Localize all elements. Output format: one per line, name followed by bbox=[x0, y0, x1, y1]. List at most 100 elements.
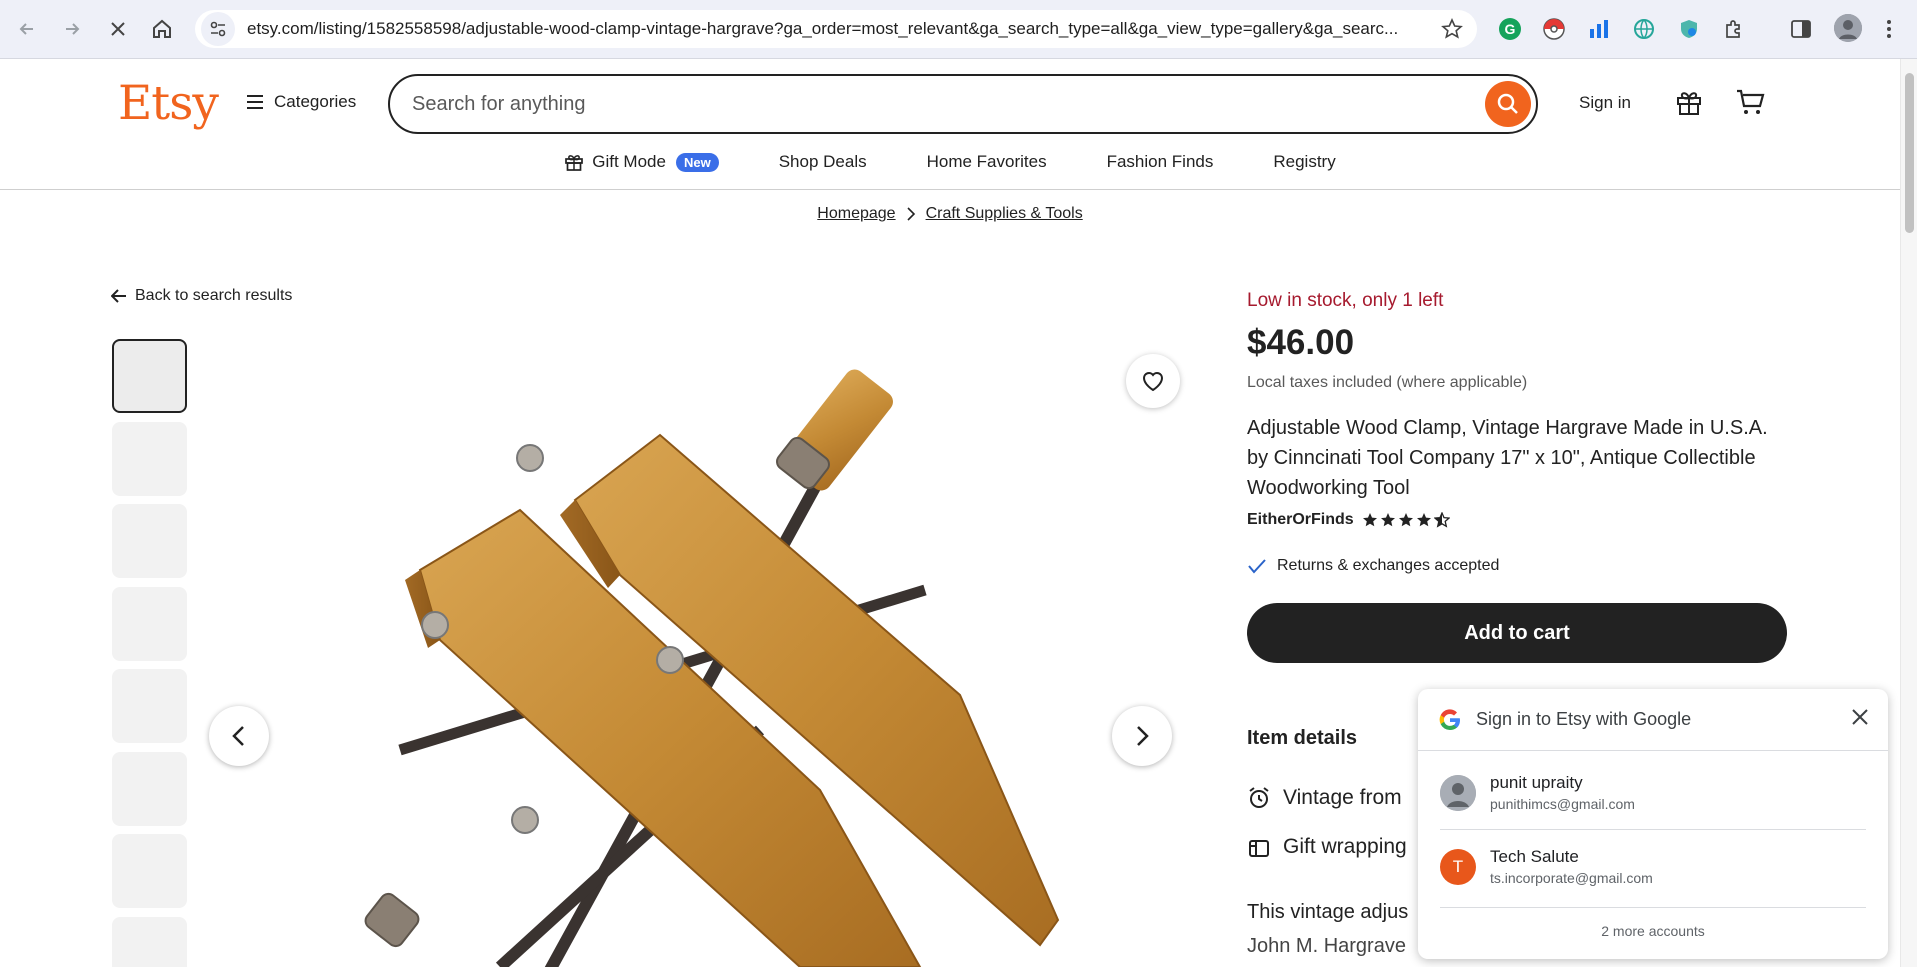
thumbnail-7[interactable] bbox=[112, 834, 187, 908]
thumbnail-2[interactable] bbox=[112, 422, 187, 496]
nav-home-favorites[interactable]: Home Favorites bbox=[897, 148, 1077, 176]
extensions-puzzle-icon[interactable] bbox=[1721, 16, 1747, 42]
grammarly-extension-icon[interactable]: G bbox=[1497, 16, 1523, 42]
arrow-left-icon bbox=[111, 289, 126, 303]
thumbnail-8[interactable] bbox=[112, 917, 187, 967]
hamburger-icon bbox=[247, 95, 263, 109]
shop-info: EitherOrFinds bbox=[1247, 511, 1450, 529]
categories-button[interactable]: Categories bbox=[246, 92, 356, 112]
star-icon bbox=[1416, 513, 1431, 527]
back-to-results-link[interactable]: Back to search results bbox=[111, 287, 292, 305]
page-scrollbar[interactable] bbox=[1900, 59, 1917, 967]
home-icon[interactable] bbox=[147, 14, 177, 44]
gift-wrap-icon bbox=[1249, 840, 1269, 857]
gift-icon[interactable] bbox=[1673, 86, 1705, 118]
description-line-1: This vintage adjus bbox=[1247, 901, 1409, 923]
star-icon bbox=[1380, 513, 1395, 527]
avatar: T bbox=[1440, 848, 1476, 885]
detail-vintage-label: Vintage from bbox=[1283, 786, 1402, 809]
etsy-logo[interactable]: Etsy bbox=[118, 76, 219, 131]
search-button[interactable] bbox=[1485, 81, 1531, 127]
gift-mode-icon bbox=[565, 155, 584, 171]
account-item[interactable]: T Tech Salute ts.incorporate@gmail.com bbox=[1440, 847, 1653, 886]
address-bar[interactable]: etsy.com/listing/1582558598/adjustable-w… bbox=[195, 10, 1477, 48]
search-input[interactable] bbox=[412, 92, 1442, 116]
sign-in-link[interactable]: Sign in bbox=[1579, 93, 1631, 113]
search-icon bbox=[1497, 93, 1518, 114]
close-icon[interactable] bbox=[1850, 707, 1870, 732]
url-text: etsy.com/listing/1582558598/adjustable-w… bbox=[247, 19, 1399, 38]
product-title: Adjustable Wood Clamp, Vintage Hargrave … bbox=[1247, 417, 1768, 499]
favorite-button[interactable] bbox=[1126, 354, 1180, 408]
detail-gift-label: Gift wrapping bbox=[1283, 835, 1407, 858]
cart-icon[interactable] bbox=[1734, 86, 1766, 118]
nav-registry[interactable]: Registry bbox=[1243, 148, 1365, 176]
shop-name-link[interactable]: EitherOrFinds bbox=[1247, 511, 1354, 529]
category-nav: Gift Mode New Shop Deals Home Favorites … bbox=[0, 148, 1900, 190]
account-name: punit upraity bbox=[1490, 773, 1583, 792]
thumbnail-4[interactable] bbox=[112, 587, 187, 661]
google-logo-icon bbox=[1439, 708, 1460, 730]
avatar bbox=[1440, 774, 1476, 811]
side-panel-icon[interactable] bbox=[1788, 16, 1814, 42]
half-star-icon bbox=[1433, 512, 1450, 528]
stop-loading-icon[interactable] bbox=[103, 14, 133, 44]
next-image-button[interactable] bbox=[1112, 706, 1172, 766]
nav-gift-mode-label: Gift Mode bbox=[592, 152, 666, 171]
nav-fashion-finds[interactable]: Fashion Finds bbox=[1077, 148, 1244, 176]
back-link-label: Back to search results bbox=[135, 287, 293, 304]
categories-label: Categories bbox=[274, 92, 357, 111]
back-arrow-icon[interactable] bbox=[12, 14, 42, 44]
chrome-menu-icon[interactable] bbox=[1876, 16, 1902, 42]
chart-extension-icon[interactable] bbox=[1586, 16, 1612, 42]
globe-extension-icon[interactable] bbox=[1631, 16, 1657, 42]
product-image bbox=[200, 330, 1190, 967]
thumbnail-6[interactable] bbox=[112, 752, 187, 826]
add-to-cart-button[interactable]: Add to cart bbox=[1247, 603, 1787, 663]
forward-arrow-icon[interactable] bbox=[57, 14, 87, 44]
previous-image-button[interactable] bbox=[209, 706, 269, 766]
breadcrumb-craft-supplies[interactable]: Craft Supplies & Tools bbox=[926, 205, 1083, 223]
site-info-icon[interactable] bbox=[201, 12, 235, 46]
search-bar bbox=[388, 74, 1538, 134]
account-divider bbox=[1440, 907, 1866, 908]
pokeball-extension-icon[interactable] bbox=[1541, 16, 1567, 42]
browser-toolbar: etsy.com/listing/1582558598/adjustable-w… bbox=[0, 0, 1917, 59]
svg-text:G: G bbox=[1505, 21, 1516, 37]
account-item[interactable]: punit upraity punithimcs@gmail.com bbox=[1440, 773, 1635, 812]
star-icon bbox=[1398, 513, 1413, 527]
nav-gift-mode[interactable]: Gift Mode New bbox=[534, 148, 748, 176]
thumbnail-5[interactable] bbox=[112, 669, 187, 743]
nav-shop-deals[interactable]: Shop Deals bbox=[749, 148, 897, 176]
thumbnail-1[interactable] bbox=[112, 339, 187, 413]
item-details-heading[interactable]: Item details bbox=[1247, 727, 1357, 750]
more-accounts-link[interactable]: 2 more accounts bbox=[1418, 923, 1888, 939]
account-name: Tech Salute bbox=[1490, 847, 1579, 866]
account-email: ts.incorporate@gmail.com bbox=[1490, 870, 1653, 886]
heart-icon bbox=[1142, 372, 1164, 392]
popup-title: Sign in to Etsy with Google bbox=[1476, 709, 1692, 729]
bookmark-star-icon[interactable] bbox=[1441, 18, 1463, 45]
star-rating bbox=[1362, 512, 1450, 528]
detail-vintage: Vintage from bbox=[1247, 786, 1402, 810]
shield-extension-icon[interactable] bbox=[1676, 16, 1702, 42]
stock-status: Low in stock, only 1 left bbox=[1247, 290, 1444, 311]
google-signin-popup: Sign in to Etsy with Google punit uprait… bbox=[1418, 689, 1888, 959]
chevron-right-icon bbox=[907, 207, 915, 221]
chevron-left-icon bbox=[232, 726, 244, 746]
wood-clamp-illustration bbox=[364, 369, 1060, 967]
breadcrumb: Homepage Craft Supplies & Tools bbox=[0, 205, 1900, 223]
taxes-note: Local taxes included (where applicable) bbox=[1247, 374, 1528, 391]
profile-avatar[interactable] bbox=[1834, 14, 1862, 42]
returns-label: Returns & exchanges accepted bbox=[1277, 557, 1500, 574]
thumbnail-3[interactable] bbox=[112, 504, 187, 578]
account-email: punithimcs@gmail.com bbox=[1490, 796, 1635, 812]
alarm-clock-icon bbox=[1249, 787, 1269, 808]
returns-policy: Returns & exchanges accepted bbox=[1247, 557, 1499, 575]
description-line-2: John M. Hargrave bbox=[1247, 935, 1406, 957]
scrollbar-thumb[interactable] bbox=[1905, 73, 1914, 233]
breadcrumb-homepage[interactable]: Homepage bbox=[817, 205, 895, 223]
chevron-right-icon bbox=[1137, 726, 1149, 746]
account-divider bbox=[1440, 829, 1866, 830]
product-price: $46.00 bbox=[1247, 323, 1355, 362]
